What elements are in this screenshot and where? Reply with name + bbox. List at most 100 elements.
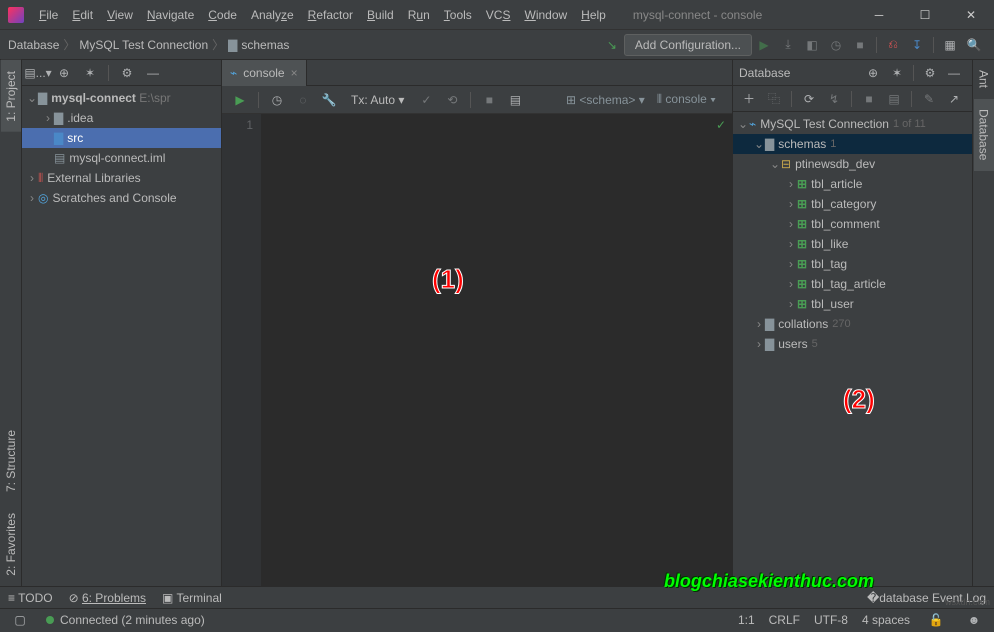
db-schema-item[interactable]: ⌄⊟ptinewsdb_dev xyxy=(733,154,972,174)
add-configuration-button[interactable]: Add Configuration... xyxy=(624,34,752,56)
locate-icon[interactable]: ⊕ xyxy=(862,62,884,84)
minimize-button[interactable]: ─ xyxy=(856,0,902,30)
settings-icon[interactable]: ⚙ xyxy=(919,62,941,84)
status-encoding[interactable]: UTF-8 xyxy=(814,613,848,627)
view-icon[interactable]: ▤ xyxy=(504,89,526,111)
menu-edit[interactable]: Edit xyxy=(65,8,100,22)
database-tree[interactable]: ⌄⌁ MySQL Test Connection1 of 11 ⌄▇schema… xyxy=(733,112,972,586)
memory-indicator-icon[interactable]: ☻ xyxy=(963,609,985,631)
db-table-row[interactable]: ›⊞tbl_comment xyxy=(733,214,972,234)
tab-database-right[interactable]: Database xyxy=(974,99,994,171)
close-button[interactable]: ✕ xyxy=(948,0,994,30)
rollback-icon[interactable]: ⟲ xyxy=(441,89,463,111)
db-table-row[interactable]: ›⊞tbl_article xyxy=(733,174,972,194)
code-area[interactable]: ✓ (1) xyxy=(262,114,732,586)
refresh-icon[interactable]: ⟳ xyxy=(798,88,820,110)
tab-ant[interactable]: Ant xyxy=(974,60,994,99)
tab-console[interactable]: ⌁ console × xyxy=(222,60,307,86)
edit-icon[interactable]: ✎ xyxy=(918,88,940,110)
menu-view[interactable]: View xyxy=(100,8,140,22)
tree-root[interactable]: ⌄▇ mysql-connect E:\spr xyxy=(22,88,221,108)
db-connection-row[interactable]: ⌄⌁ MySQL Test Connection1 of 11 xyxy=(733,114,972,134)
expand-all-icon[interactable]: ✶ xyxy=(79,62,101,84)
menu-run[interactable]: Run xyxy=(401,8,437,22)
breadcrumb-database[interactable]: Database xyxy=(8,38,59,52)
cancel-icon[interactable]: ■ xyxy=(478,89,500,111)
db-table-row[interactable]: ›⊞tbl_user xyxy=(733,294,972,314)
filter-icon[interactable]: ▤ xyxy=(883,88,905,110)
debug-icon[interactable]: ⤓ xyxy=(777,34,799,56)
expand-icon[interactable]: ✶ xyxy=(886,62,908,84)
status-caret-pos[interactable]: 1:1 xyxy=(738,613,755,627)
menu-vcs[interactable]: VCS xyxy=(479,8,518,22)
tx-mode-dropdown[interactable]: Tx: Auto ▾ xyxy=(351,93,404,107)
menu-file[interactable]: File xyxy=(32,8,65,22)
tree-scratches[interactable]: ›◎Scratches and Console xyxy=(22,188,221,208)
update-icon[interactable]: ↧ xyxy=(906,34,928,56)
database-panel-header: Database ⊕ ✶ ⚙ — xyxy=(733,60,972,86)
coverage-icon[interactable]: ◧ xyxy=(801,34,823,56)
settings-icon[interactable]: 🔧 xyxy=(318,89,340,111)
menu-window[interactable]: Window xyxy=(517,8,574,22)
tab-structure[interactable]: 7: Structure xyxy=(1,419,21,502)
project-tree[interactable]: ⌄▇ mysql-connect E:\spr ›▇.idea ▇src ▤my… xyxy=(22,86,221,586)
tab-todo[interactable]: ≡ TODO xyxy=(8,591,53,605)
db-table-row[interactable]: ›⊞tbl_tag_article xyxy=(733,274,972,294)
menu-navigate[interactable]: Navigate xyxy=(140,8,201,22)
search-everywhere-icon[interactable]: 🔍 xyxy=(963,34,985,56)
menu-analyze[interactable]: Analyze xyxy=(244,8,301,22)
breadcrumb-connection[interactable]: MySQL Test Connection xyxy=(79,38,208,52)
db-schemas-row[interactable]: ⌄▇schemas1 xyxy=(733,134,972,154)
jump-icon[interactable]: ■ xyxy=(858,88,880,110)
schema-dropdown[interactable]: ⊞ <schema> ▾ xyxy=(566,93,645,107)
explain-icon[interactable]: ◌ xyxy=(292,89,314,111)
tab-project[interactable]: 1: Project xyxy=(1,60,21,132)
tab-close-icon[interactable]: × xyxy=(291,66,298,80)
stop-icon[interactable]: ■ xyxy=(849,34,871,56)
editor-body[interactable]: 1 ✓ (1) xyxy=(222,114,732,586)
stop-icon[interactable]: ↯ xyxy=(823,88,845,110)
console-session-dropdown[interactable]: ⦀ console ▾ xyxy=(657,92,716,107)
db-collations-row[interactable]: ›▇collations270 xyxy=(733,314,972,334)
tool-window-toggle-icon[interactable]: ▢ xyxy=(9,609,31,631)
annotation-1: (1) xyxy=(432,264,464,295)
ide-structure-icon[interactable]: ▦ xyxy=(939,34,961,56)
tree-iml[interactable]: ▤mysql-connect.iml xyxy=(22,148,221,168)
tree-idea[interactable]: ›▇.idea xyxy=(22,108,221,128)
build-icon[interactable]: ↘ xyxy=(601,34,623,56)
execute-icon[interactable]: ▶ xyxy=(229,89,251,111)
profile-icon[interactable]: ◷ xyxy=(825,34,847,56)
breadcrumb-schemas[interactable]: schemas xyxy=(241,38,289,52)
db-table-row[interactable]: ›⊞tbl_tag xyxy=(733,254,972,274)
add-icon[interactable]: ＋ xyxy=(738,88,760,110)
right-tool-strip: Ant Database xyxy=(972,60,994,586)
commit-icon[interactable]: ✓ xyxy=(415,89,437,111)
project-view-dropdown[interactable]: ▤ ... ▾ xyxy=(27,62,49,84)
db-users-row[interactable]: ›▇users5 xyxy=(733,334,972,354)
locate-icon[interactable]: ⊕ xyxy=(53,62,75,84)
menu-code[interactable]: Code xyxy=(201,8,244,22)
hide-panel-icon[interactable]: — xyxy=(142,62,164,84)
menu-build[interactable]: Build xyxy=(360,8,401,22)
tree-src[interactable]: ▇src xyxy=(22,128,221,148)
readonly-lock-icon[interactable]: 🔓 xyxy=(925,609,947,631)
git-icon[interactable]: ⎌ xyxy=(882,34,904,56)
menu-refactor[interactable]: Refactor xyxy=(301,8,360,22)
db-table-row[interactable]: ›⊞tbl_category xyxy=(733,194,972,214)
tab-favorites[interactable]: 2: Favorites xyxy=(1,502,21,586)
settings-icon[interactable]: ⚙ xyxy=(116,62,138,84)
maximize-button[interactable]: ☐ xyxy=(902,0,948,30)
duplicate-icon[interactable]: ⿻ xyxy=(763,88,785,110)
menu-help[interactable]: Help xyxy=(574,8,613,22)
status-indent[interactable]: 4 spaces xyxy=(862,613,910,627)
db-table-row[interactable]: ›⊞tbl_like xyxy=(733,234,972,254)
hide-icon[interactable]: — xyxy=(943,62,965,84)
tab-terminal[interactable]: ▣ Terminal xyxy=(162,591,222,605)
tree-external-libs[interactable]: ›⦀External Libraries xyxy=(22,168,221,188)
status-line-separator[interactable]: CRLF xyxy=(769,613,800,627)
tab-problems[interactable]: ⊘ 6: Problems xyxy=(69,591,146,605)
run-icon[interactable]: ▶ xyxy=(753,34,775,56)
history-icon[interactable]: ◷ xyxy=(266,89,288,111)
menu-tools[interactable]: Tools xyxy=(437,8,479,22)
more-icon[interactable]: ↗ xyxy=(943,88,965,110)
